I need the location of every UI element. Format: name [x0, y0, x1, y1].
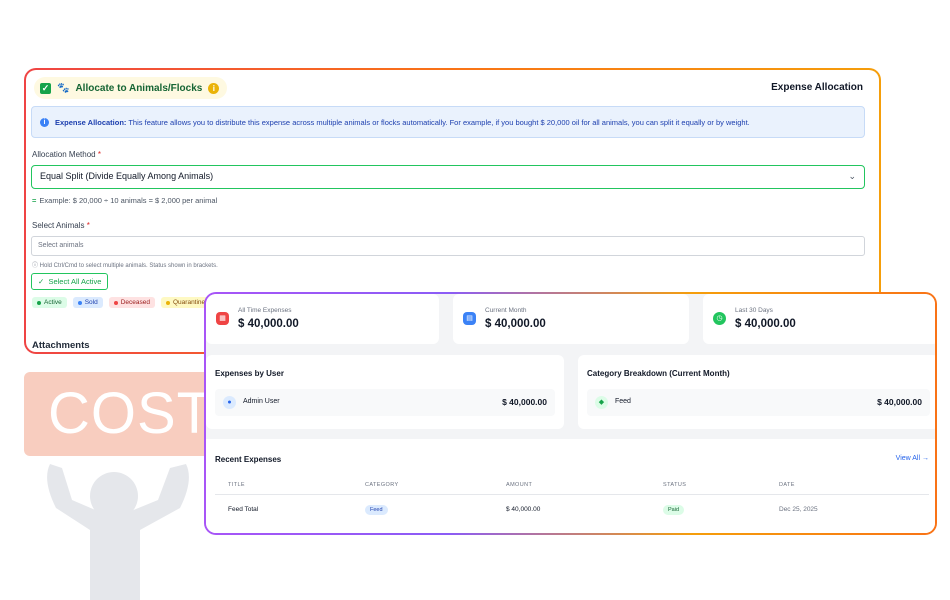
col-status: STATUS [663, 482, 687, 488]
allocate-toggle[interactable]: ✓ 🐾 Allocate to Animals/Flocks i [34, 77, 228, 99]
col-title: TITLE [228, 482, 245, 488]
info-body: This feature allows you to distribute th… [126, 117, 750, 127]
info-text: Expense Allocation: This feature allows … [55, 118, 750, 127]
status-chip: Deceased [108, 297, 155, 308]
stat-current-month: ▤ Current Month $ 40,000.00 [453, 294, 689, 344]
info-small-icon: ⓘ [32, 263, 40, 269]
info-bold: Expense Allocation: [55, 117, 127, 127]
panel-title: Category Breakdown (Current Month) [587, 369, 730, 378]
user-row: ● Admin User $ 40,000.00 [215, 389, 555, 416]
status-chip: Sold [72, 297, 103, 308]
allocation-info-box: i Expense Allocation: This feature allow… [31, 106, 865, 138]
expense-dashboard-card: ▦ All Time Expenses $ 40,000.00 ▤ Curren… [204, 292, 937, 535]
stat-value: $ 40,000.00 [485, 318, 546, 330]
status-chip-label: Sold [84, 299, 98, 306]
stat-label: Current Month [485, 307, 527, 314]
select-all-active-button[interactable]: ✓ Select All Active [31, 273, 109, 290]
status-dot-icon [77, 300, 82, 305]
col-date: DATE [779, 482, 795, 488]
panel-title: Expenses by User [215, 369, 284, 378]
select-animals-input[interactable]: Select animals [31, 236, 865, 256]
calendar-month-icon: ▤ [463, 312, 476, 325]
stat-value: $ 40,000.00 [238, 318, 299, 330]
expenses-by-user-panel: Expenses by User ● Admin User $ 40,000.0… [206, 355, 564, 429]
animals-label: Select Animals [32, 221, 85, 230]
method-label-wrap: Allocation Method * [32, 150, 101, 159]
user-icon: ● [223, 396, 236, 409]
equals-icon: = [32, 196, 37, 205]
status-dot-icon [113, 300, 118, 305]
category-amount: $ 40,000.00 [877, 397, 922, 407]
attachments-heading: Attachments [32, 340, 90, 351]
status-chip-label: Quarantine [173, 299, 206, 306]
calendar-icon: ▦ [216, 312, 229, 325]
stat-label: All Time Expenses [238, 307, 292, 314]
allocate-toggle-label: Allocate to Animals/Flocks [75, 82, 203, 94]
status-chip: Quarantine [161, 297, 211, 308]
allocation-title: Expense Allocation [771, 82, 863, 93]
paw-icon: 🐾 [57, 82, 70, 94]
info-icon[interactable]: i [208, 82, 220, 94]
col-category: CATEGORY [365, 482, 399, 488]
user-amount: $ 40,000.00 [502, 397, 547, 407]
table-divider [215, 494, 929, 495]
animals-label-wrap: Select Animals * [32, 221, 90, 230]
clock-icon: ◷ [713, 312, 726, 325]
method-value: Equal Split (Divide Equally Among Animal… [40, 171, 214, 181]
person-illustration [47, 464, 189, 600]
animals-hint: ⓘ Hold Ctrl/Cmd to select multiple anima… [32, 260, 218, 269]
allocation-method-select[interactable]: Equal Split (Divide Equally Among Animal… [31, 165, 865, 189]
status-badge: Paid [663, 505, 685, 515]
category-badge: Feed [365, 505, 388, 515]
row-title[interactable]: Feed Total [228, 506, 258, 513]
category-name: Feed [615, 398, 631, 405]
status-dot-icon [37, 300, 41, 305]
checkbox-icon[interactable]: ✓ [40, 82, 51, 94]
status-chip: Active [32, 297, 67, 308]
stat-all-time: ▦ All Time Expenses $ 40,000.00 [206, 294, 439, 344]
stat-value: $ 40,000.00 [735, 318, 796, 330]
recent-title: Recent Expenses [215, 455, 282, 464]
example-text: = Example: $ 20,000 ÷ 10 animals = $ 2,00… [32, 196, 217, 205]
status-chip-label: Active [44, 299, 62, 306]
animals-hint-text: Hold Ctrl/Cmd to select multiple animals… [39, 263, 218, 269]
stat-label: Last 30 Days [735, 307, 773, 314]
status-chip-label: Deceased [120, 299, 150, 306]
cost-banner: COST [24, 372, 214, 456]
status-legend: Active Sold Deceased Quarantine [32, 297, 211, 308]
row-date: Dec 25, 2025 [779, 506, 818, 513]
category-row: ◆ Feed $ 40,000.00 [587, 389, 930, 416]
example-value: Example: $ 20,000 ÷ 10 animals = $ 2,000… [39, 196, 218, 205]
col-amount: AMOUNT [506, 482, 533, 488]
view-all-link[interactable]: View All → [896, 455, 929, 462]
method-label: Allocation Method [32, 150, 96, 159]
user-name: Admin User [243, 398, 280, 405]
recent-expenses-panel: Recent Expenses View All → TITLE CATEGOR… [206, 439, 935, 533]
status-dot-icon [166, 300, 170, 305]
info-circle-icon: i [40, 117, 49, 127]
chevron-down-icon: ⌄ [848, 171, 856, 181]
select-all-label: Select All Active [48, 277, 102, 286]
tag-icon: ◆ [595, 396, 608, 409]
row-amount: $ 40,000.00 [506, 506, 541, 513]
stat-last-30-days: ◷ Last 30 Days $ 40,000.00 [703, 294, 935, 344]
category-breakdown-panel: Category Breakdown (Current Month) ◆ Fee… [578, 355, 935, 429]
